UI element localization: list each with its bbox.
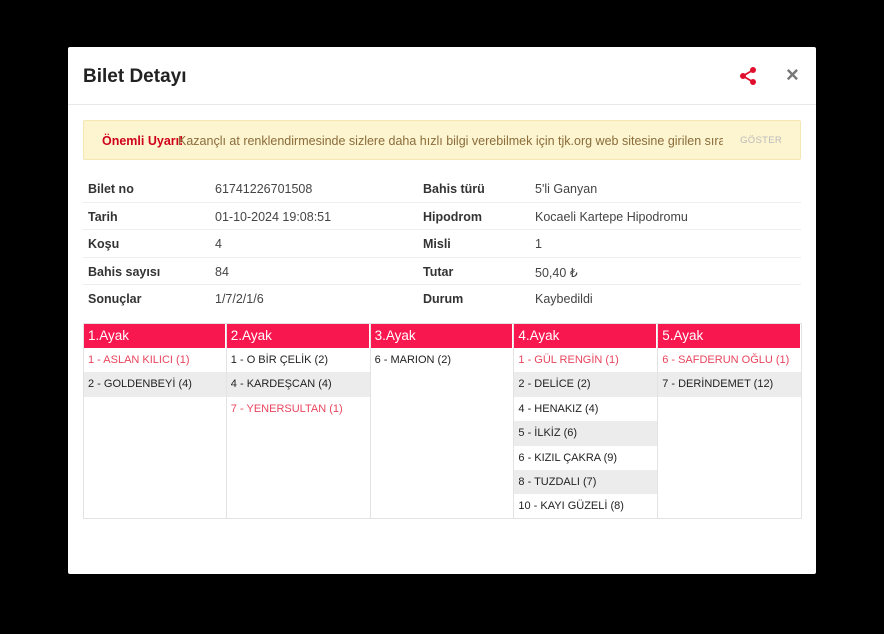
info-row: Bahis sayısı 84 Tutar 50,40 ₺ [83, 258, 801, 285]
info-value: Kocaeli Kartepe Hipodromu [535, 209, 688, 224]
horse-item: 4 - HENAKIZ (4) [518, 402, 599, 415]
info-key: Bahis sayısı [88, 264, 161, 279]
horse-item: 2 - DELİCE (2) [514, 372, 658, 397]
warning-banner: Önemli Uyarı! Kazançlı at renklendirmesi… [83, 120, 801, 160]
info-key: Tarih [88, 209, 118, 224]
leg-header: 2.Ayak [226, 324, 370, 348]
info-value: 5'li Ganyan [535, 182, 598, 196]
info-value: 50,40 ₺ [535, 265, 578, 280]
info-value: 61741226701508 [215, 182, 313, 196]
info-value: 4 [215, 237, 222, 251]
info-key: Hipodrom [423, 209, 483, 224]
modal-header: Bilet Detayı × [68, 47, 816, 105]
horse-item: 2 - GOLDENBEYİ (4) [84, 372, 226, 397]
horse-item: 8 - TUZDALI (7) [514, 469, 658, 495]
leg-header: 5.Ayak [658, 324, 801, 348]
winning-horse-item: 6 - SAFDERUN OĞLU (1) [662, 354, 790, 366]
warning-label: Önemli Uyarı! [102, 134, 184, 148]
legs-grid: 1.Ayak 1 - ASLAN KILICI (1) 2 - GOLDENBEYİ… [83, 323, 802, 519]
leg-column: 4.Ayak 1 - GÜL RENGİN (1) 2 - DELİCE (2) 4 … [514, 323, 659, 519]
leg-column: 5.Ayak 6 - SAFDERUN OĞLU (1) 7 - DERİNDEME… [658, 323, 802, 519]
info-key: Bahis türü [423, 182, 485, 196]
horse-item: 5 - İLKİZ (6) [514, 421, 658, 446]
info-row: Bilet no 61741226701508 Bahis türü 5'li Gan… [83, 175, 801, 203]
horse-item: 1 - O BİR ÇELİK (2) [230, 354, 328, 366]
info-value: 1 [535, 237, 542, 251]
horse-item: 6 - MARION (2) [374, 354, 451, 366]
winning-horse-item: 7 - YENERSULTAN (1) [230, 402, 343, 415]
warning-message: Kazançlı at renklendirmesinde sizlere da… [178, 134, 723, 148]
info-key: Tutar [423, 264, 454, 279]
info-key: Sonuçlar [88, 292, 142, 306]
info-value: Kaybedildi [535, 292, 593, 306]
winning-horse-item: 1 - ASLAN KILICI (1) [88, 354, 190, 366]
leg-column: 1.Ayak 1 - ASLAN KILICI (1) 2 - GOLDENBEYİ… [83, 323, 227, 519]
horse-item: 6 - KIZIL ÇAKRA (9) [518, 451, 618, 464]
ticket-detail-modal: Bilet Detayı × Önemli Uyarı! Kazançlı at… [68, 47, 816, 574]
close-icon[interactable]: × [786, 63, 799, 87]
winning-horse-item: 1 - GÜL RENGİN (1) [518, 354, 619, 366]
show-button[interactable]: GÖSTER [740, 135, 782, 146]
info-value: 1/7/2/1/6 [215, 292, 264, 306]
leg-header: 1.Ayak [84, 324, 226, 348]
share-icon[interactable] [738, 66, 758, 86]
info-value: 84 [215, 264, 229, 279]
info-row: Tarih 01-10-2024 19:08:51 Hipodrom Kocaeli … [83, 203, 801, 230]
ticket-info-table: Bilet no 61741226701508 Bahis türü 5'li Gan… [83, 175, 801, 312]
info-row: Koşu 4 Misli 1 [83, 230, 801, 258]
horse-item: 10 - KAYI GÜZELİ (8) [518, 500, 624, 513]
leg-header: 3.Ayak [370, 324, 514, 348]
info-key: Koşu [88, 237, 120, 251]
horse-item: 7 - DERİNDEMET (12) [658, 372, 801, 397]
info-key: Bilet no [88, 182, 134, 196]
modal-title: Bilet Detayı [83, 66, 187, 87]
info-key: Misli [423, 237, 451, 251]
leg-header: 4.Ayak [514, 324, 658, 348]
info-key: Durum [423, 292, 464, 306]
horse-item: 4 - KARDEŞCAN (4) [226, 372, 370, 397]
info-value: 01-10-2024 19:08:51 [215, 209, 332, 224]
leg-column: 3.Ayak 6 - MARION (2) [370, 323, 515, 519]
info-row: Sonuçlar 1/7/2/1/6 Durum Kaybedildi [83, 285, 801, 312]
leg-column: 2.Ayak 1 - O BİR ÇELİK (2) 4 - KARDEŞCAN (… [226, 323, 371, 519]
